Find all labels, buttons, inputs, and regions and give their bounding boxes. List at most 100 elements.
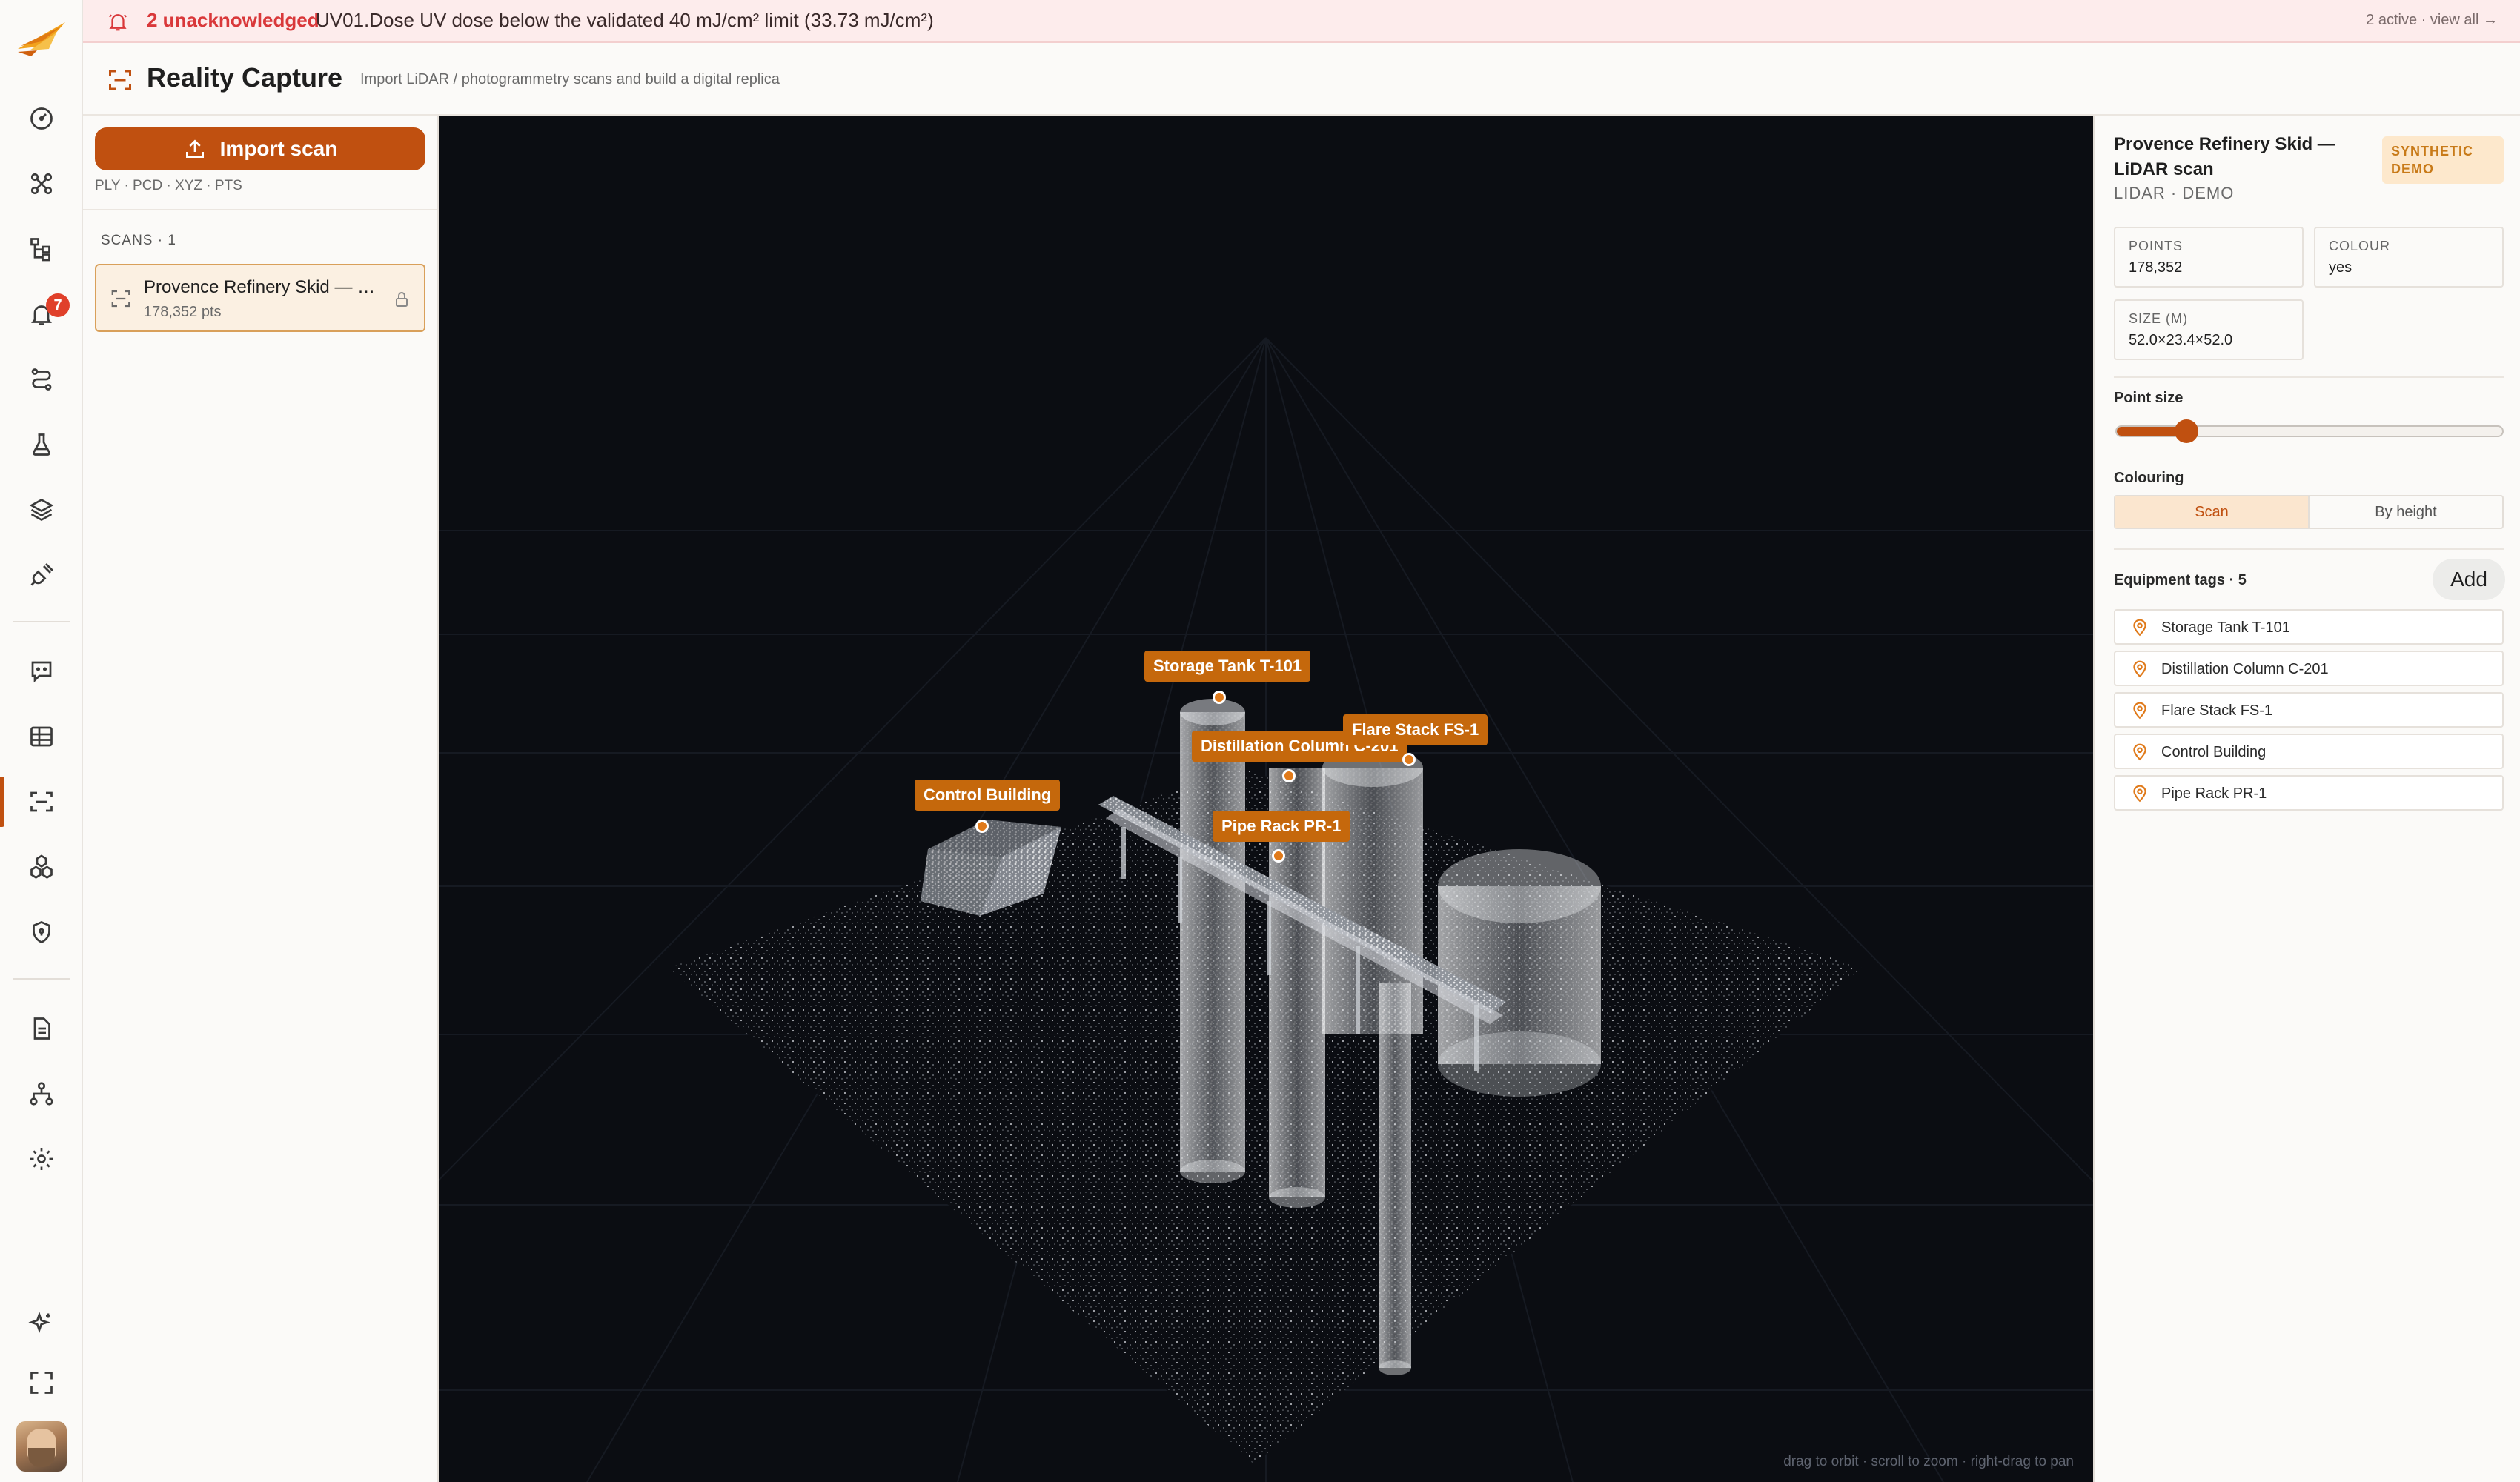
dashboard-nav[interactable] [0,90,83,147]
vertical-pipe-points [1379,983,1411,1375]
colouring-scan-option[interactable]: Scan [2115,496,2308,528]
alert-message: UV01.Dose UV dose below the validated 40… [316,9,934,31]
equipment-tag-item[interactable]: Distillation Column C-201 [2114,651,2504,686]
equipment-tag-item[interactable]: Flare Stack FS-1 [2114,692,2504,728]
chat-nav[interactable] [0,643,83,700]
tag-control-building[interactable]: Control Building [915,780,1061,811]
point-cloud-scene[interactable] [439,116,2093,1482]
notifications-nav[interactable]: 7 [0,286,83,342]
org-chart-icon [30,1082,53,1106]
gear-icon [30,1148,53,1170]
routes-nav[interactable] [0,351,83,408]
divider [83,209,437,210]
user-avatar[interactable] [16,1421,67,1472]
colouring-label: Colouring [2114,470,2184,486]
rail-divider [13,621,70,622]
tag-pipe-rack[interactable]: Pipe Rack PR-1 [1213,811,1350,842]
left-rail: 7 [0,0,83,1482]
import-scan-button[interactable]: Import scan [95,127,425,170]
assistant-nav[interactable] [0,1295,83,1352]
fullscreen-button[interactable] [0,1355,83,1411]
point-cloud-viewer[interactable]: Storage Tank T-101 Distillation Column C… [439,116,2093,1482]
scan-inspector: Provence Refinery Skid — LiDAR scan SYNT… [2093,116,2520,1482]
point-size-label: Point size [2114,390,2184,406]
size-stat: SIZE (M) 52.0×23.4×52.0 [2114,299,2304,360]
size-label: SIZE (M) [2129,311,2188,326]
rail-divider [13,978,70,980]
table-nav[interactable] [0,708,83,765]
import-scan-label: Import scan [219,137,338,160]
settings-nav[interactable] [0,1131,83,1187]
view-all-alerts-link[interactable]: 2 active · view all → [2366,12,2498,29]
equipment-tag-name: Pipe Rack PR-1 [2161,785,2267,802]
equipment-tag-name: Distillation Column C-201 [2161,661,2329,677]
tag-anchor-control-building[interactable] [975,820,989,833]
equipment-tag-item[interactable]: Storage Tank T-101 [2114,609,2504,645]
equipment-tag-item[interactable]: Control Building [2114,734,2504,769]
colour-stat: COLOUR yes [2314,227,2504,288]
map-pin-icon [2133,702,2146,720]
points-value: 178,352 [2129,259,2183,276]
sparkle-icon [28,1311,50,1334]
point-size-slider[interactable] [2115,419,2504,443]
reality-capture-nav[interactable] [0,774,83,830]
hierarchy-nav[interactable] [0,221,83,277]
slider-thumb[interactable] [2175,419,2198,443]
unacknowledged-count[interactable]: 2 unacknowledged [147,9,319,32]
colouring-toggle: Scan By height [2114,495,2504,529]
equipment-tags-label: Equipment tags · 5 [2114,572,2247,588]
scans-count: SCANS · 1 [101,233,176,248]
tag-flare-stack[interactable]: Flare Stack FS-1 [1343,714,1488,745]
colouring-height-option[interactable]: By height [2308,496,2502,528]
hierarchy-icon [30,238,50,262]
document-icon [33,1017,50,1040]
viewer-controls-hint: drag to orbit · scroll to zoom · right-d… [1783,1454,2074,1469]
equipment-tag-name: Storage Tank T-101 [2161,619,2290,636]
cubes-icon [30,854,53,879]
models-nav[interactable] [0,839,83,895]
avatar-beard [28,1448,55,1467]
large-tank-points [1438,849,1601,1097]
lab-nav[interactable] [0,416,83,473]
table-icon [30,726,53,747]
tag-anchor-storage-tank[interactable] [1213,691,1226,704]
layers-icon [29,498,54,522]
app-root: 7 2 unacknowledged UV01.Dose UV dose bel… [0,0,2520,1482]
org-nav[interactable] [0,1066,83,1122]
divider [2114,376,2504,378]
gauge-icon [30,107,53,130]
security-nav[interactable] [0,904,83,960]
scan-icon [30,791,53,812]
scan-name: Provence Refinery Skid — LiDAR scan [144,277,381,297]
equipment-tag-item[interactable]: Pipe Rack PR-1 [2114,775,2504,811]
scan-points: 178,352 pts [144,304,222,320]
scan-list-item[interactable]: Provence Refinery Skid — LiDAR scan 178,… [95,264,425,332]
nodes-icon [30,173,53,195]
tag-storage-tank[interactable]: Storage Tank T-101 [1144,651,1311,682]
page-header: Reality Capture Import LiDAR / photogram… [83,43,2520,116]
chat-icon [31,661,52,683]
scan-icon [111,290,130,308]
page-subtitle: Import LiDAR / photogrammetry scans and … [360,71,780,87]
size-value: 52.0×23.4×52.0 [2129,332,2233,348]
tag-anchor-distillation-column[interactable] [1282,769,1296,782]
app-logo[interactable] [15,16,68,64]
scan-source: LIDAR · DEMO [2114,184,2235,202]
scans-panel: Import scan PLY · PCD · XYZ · PTS SCANS … [83,116,439,1482]
map-pin-icon [2133,660,2146,678]
lock-icon[interactable] [393,290,411,308]
ground-point-cloud [669,768,1862,1464]
documents-nav[interactable] [0,1000,83,1057]
add-tag-button[interactable]: Add [2433,559,2505,600]
tag-anchor-pipe-rack[interactable] [1272,849,1285,863]
fullscreen-icon [30,1372,53,1394]
supported-formats: PLY · PCD · XYZ · PTS [95,178,242,193]
alert-bell-icon [108,14,127,31]
layers-nav[interactable] [0,482,83,538]
tag-anchor-flare-stack[interactable] [1402,753,1416,766]
scan-icon [109,70,131,90]
equipment-tag-name: Flare Stack FS-1 [2161,702,2273,719]
graph-nav[interactable] [0,156,83,212]
points-label: POINTS [2129,239,2184,253]
integrations-nav[interactable] [0,547,83,603]
